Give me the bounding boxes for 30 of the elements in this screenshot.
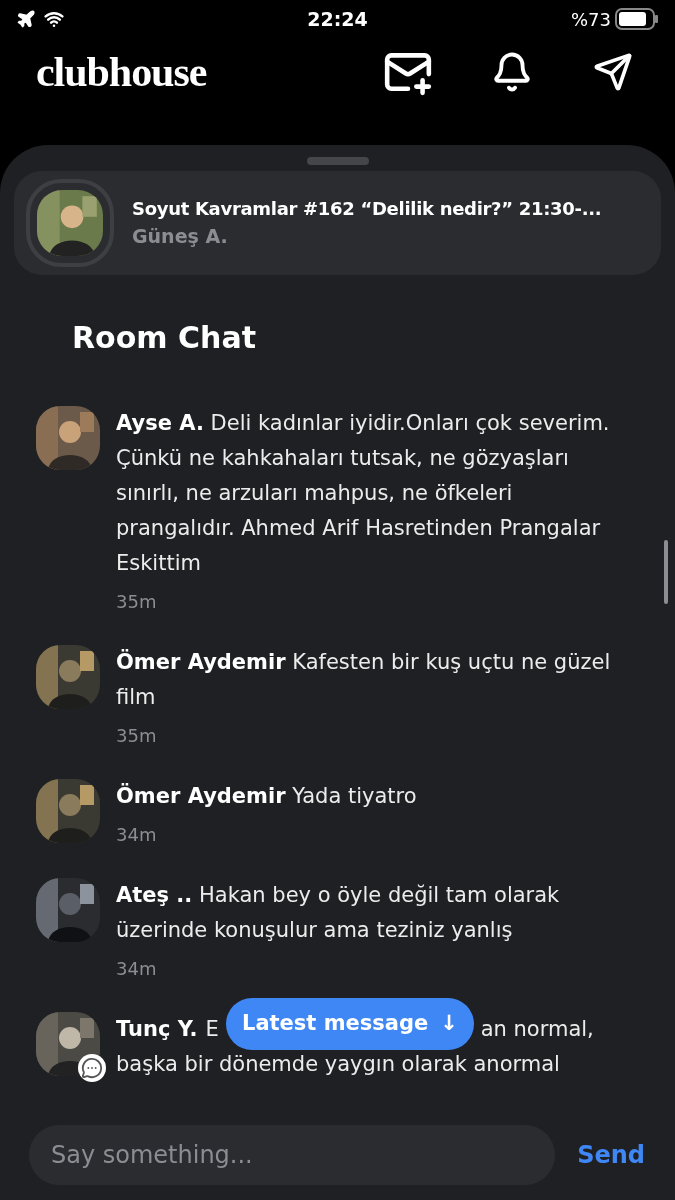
chat-message: başka bir dönemde yaygın olarak anormal — [116, 1051, 561, 1078]
room-host: Güneş A. — [132, 223, 229, 249]
battery-percent: %73 — [571, 7, 611, 32]
chat-message: Ömer Aydemir Kafesten bir kuş uçtu ne güzel film — [116, 648, 612, 711]
message-fragment: an normal, — [480, 1016, 594, 1043]
message-time: 34m — [116, 957, 158, 981]
wifi-icon — [44, 9, 64, 29]
latest-message-button[interactable]: Latest message ↓ — [226, 998, 474, 1050]
room-card[interactable]: Soyut Kavramlar #162 “Delilik nedir?” 21:30-... Güneş A. — [14, 171, 661, 275]
room-chat-title: Room Chat — [72, 319, 257, 357]
chat-message: Ayse A. Deli kadınlar iyidir.Onları çok severim. Çünkü ne kahkahaları tutsak, ne gözyaşları sınırlı, ne arzuları mahpus, ne öfkeleri prangalıdır. Ahmed Arif Hasretinden Prangalar Eskittim — [116, 410, 611, 577]
send-button[interactable]: Send — [577, 1137, 645, 1173]
status-time: 22:24 — [306, 6, 369, 32]
clubhouse-logo[interactable]: clubhouse — [36, 50, 207, 93]
message-input[interactable]: Say something... — [29, 1125, 556, 1185]
chat-bubble-icon — [78, 1054, 106, 1082]
message-time: 35m — [116, 724, 158, 748]
battery-icon — [615, 8, 659, 30]
message-fragment: E — [205, 1016, 219, 1043]
send-icon[interactable] — [593, 51, 633, 92]
message-time: 35m — [116, 590, 158, 614]
chat-message: Ateş .. Hakan bey o öyle değil tam olarak üzerinde konuşulur ama teziniz yanlış — [116, 882, 561, 944]
chat-message: Ömer Aydemir Yada tiyatro — [116, 782, 417, 810]
sender-name: Tunç Y. — [116, 1016, 198, 1043]
room-title: Soyut Kavramlar #162 “Delilik nedir?” 21:30-... — [132, 196, 602, 221]
scrollbar — [664, 540, 668, 604]
message-time: 34m — [116, 823, 158, 847]
drag-handle[interactable] — [306, 157, 369, 165]
notifications-icon[interactable] — [491, 50, 533, 93]
airplane-mode-icon — [16, 9, 36, 29]
